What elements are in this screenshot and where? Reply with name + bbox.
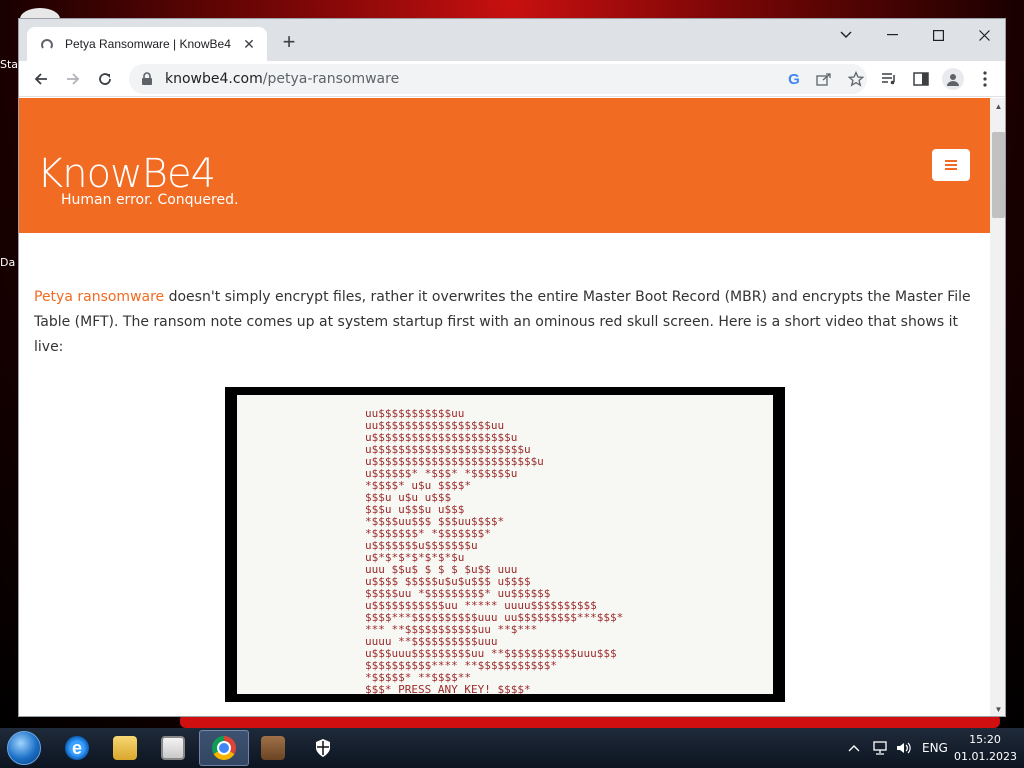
tab-close-icon[interactable]: ✕ <box>241 36 257 52</box>
hamburger-icon <box>945 160 957 170</box>
profile-avatar[interactable] <box>939 65 967 93</box>
address-bar[interactable]: knowbe4.com/petya-ransomware G <box>129 64 867 94</box>
url-path: /petya-ransomware <box>262 71 400 87</box>
lock-icon[interactable] <box>141 72 155 86</box>
maximize-button[interactable] <box>915 19 961 51</box>
internet-explorer-icon: e <box>65 736 89 760</box>
system-clock[interactable]: 15:20 01.01.2023 <box>954 731 1017 765</box>
close-window-button[interactable] <box>961 19 1005 51</box>
media-player-icon <box>161 736 185 760</box>
reload-button[interactable] <box>91 65 119 93</box>
browser-menu-icon[interactable] <box>971 65 999 93</box>
url-domain: knowbe4.com <box>165 71 263 87</box>
hamburger-menu-button[interactable] <box>932 149 970 181</box>
show-hidden-icons-icon[interactable] <box>848 728 860 768</box>
knowbe4-logo[interactable]: KnowBe4 Human error. Conquered. <box>37 154 238 208</box>
browser-window: Petya Ransomware | KnowBe4 ✕ + knowbe4.c… <box>18 18 1006 717</box>
start-button[interactable] <box>4 729 44 767</box>
petya-ransomware-link[interactable]: Petya ransomware <box>34 289 164 305</box>
package-icon <box>261 736 285 760</box>
tab-search-button[interactable] <box>823 19 869 51</box>
taskbar: e ENG 15:20 01.01.2023 <box>0 728 1024 768</box>
taskbar-security[interactable] <box>298 730 348 766</box>
loading-favicon-icon <box>39 36 55 52</box>
taskbar-chrome[interactable] <box>199 730 249 766</box>
new-tab-button[interactable]: + <box>277 31 301 55</box>
share-icon[interactable] <box>815 71 833 87</box>
url-text[interactable]: knowbe4.com/petya-ransomware <box>165 71 399 87</box>
tab-title: Petya Ransomware | KnowBe4 <box>65 37 231 51</box>
video-frame[interactable]: uu$$$$$$$$$$$uu uu$$$$$$$$$$$$$$$$$uu u$… <box>237 395 773 694</box>
shield-icon <box>311 736 335 760</box>
desktop-icon-label-1[interactable]: Sta <box>0 58 18 71</box>
tab-active[interactable]: Petya Ransomware | KnowBe4 ✕ <box>27 27 267 61</box>
taskbar-media-player[interactable] <box>148 730 198 766</box>
tab-strip: Petya Ransomware | KnowBe4 ✕ + <box>19 19 1005 61</box>
vertical-scrollbar[interactable]: ▲ ▼ <box>990 98 1005 716</box>
forward-button[interactable] <box>59 65 87 93</box>
skull-line: $$$* PRESS ANY KEY! $$$$* <box>365 683 531 694</box>
volume-icon[interactable] <box>896 728 912 768</box>
browser-toolbar: knowbe4.com/petya-ransomware G <box>19 61 1005 97</box>
intro-text: doesn't simply encrypt files, rather it … <box>34 289 971 355</box>
taskbar-file-explorer[interactable] <box>100 730 150 766</box>
logo-tagline: Human error. Conquered. <box>61 192 239 208</box>
chrome-icon <box>212 736 236 760</box>
scroll-up-arrow-icon[interactable]: ▲ <box>990 98 1005 115</box>
folder-icon <box>113 736 137 760</box>
scrollbar-thumb[interactable] <box>992 132 1005 218</box>
desktop-icon-label-2[interactable]: Da <box>0 256 15 269</box>
google-translate-icon[interactable]: G <box>785 71 803 88</box>
taskbar-app-box[interactable] <box>248 730 298 766</box>
side-panel-icon[interactable] <box>907 65 935 93</box>
web-page: KnowBe4 Human error. Conquered. Petya ra… <box>19 98 990 716</box>
person-icon <box>942 68 964 90</box>
network-icon[interactable] <box>872 728 888 768</box>
clock-time: 15:20 <box>969 733 1001 746</box>
minimize-button[interactable] <box>869 19 915 51</box>
bookmark-star-icon[interactable] <box>847 71 865 87</box>
logo-text: KnowBe4 <box>37 151 216 197</box>
clock-date: 01.01.2023 <box>954 750 1017 763</box>
back-button[interactable] <box>27 65 55 93</box>
site-header: KnowBe4 Human error. Conquered. <box>19 98 990 233</box>
article-body: Petya ransomware doesn't simply encrypt … <box>19 233 990 702</box>
embedded-video[interactable]: uu$$$$$$$$$$$uu uu$$$$$$$$$$$$$$$$$uu u$… <box>225 387 785 702</box>
taskbar-internet-explorer[interactable]: e <box>52 730 102 766</box>
petya-skull-image: uu$$$$$$$$$$$uu uu$$$$$$$$$$$$$$$$$uu u$… <box>365 407 623 694</box>
media-control-icon[interactable] <box>875 65 903 93</box>
intro-paragraph: Petya ransomware doesn't simply encrypt … <box>34 285 975 360</box>
language-indicator[interactable]: ENG <box>922 728 948 768</box>
windows-orb-icon <box>7 731 41 765</box>
scroll-down-arrow-icon[interactable]: ▼ <box>990 701 1005 716</box>
